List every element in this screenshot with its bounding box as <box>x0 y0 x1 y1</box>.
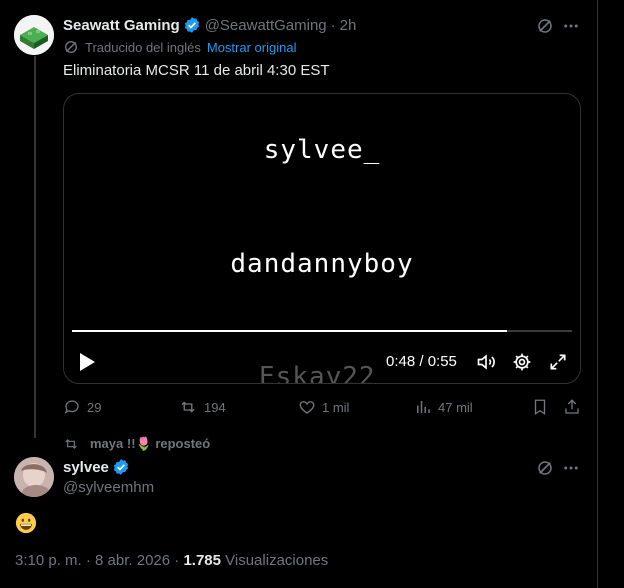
view-count: 1.785 <box>183 552 221 569</box>
repost-notice-icon <box>65 439 77 449</box>
tweet-text: Eliminatoria MCSR 11 de abril 4:30 EST <box>63 62 330 79</box>
avatar-seawatt[interactable] <box>14 15 54 55</box>
bookmark-icon <box>534 399 546 416</box>
reposted-by-label: maya !!🌷 reposteó <box>90 436 211 451</box>
video-progress-bar[interactable] <box>72 330 572 332</box>
reply-header: sylvee <box>63 458 134 476</box>
reply-author-handle[interactable]: @sylveemhm <box>63 479 154 496</box>
reply-more-options-icon[interactable] <box>561 458 581 478</box>
reply-grok-icon[interactable] <box>535 458 555 478</box>
show-original-link[interactable]: Mostrar original <box>207 40 297 55</box>
tweet-time[interactable]: 2h <box>340 17 357 34</box>
volume-icon[interactable] <box>476 352 496 377</box>
views-chart-icon <box>417 401 430 413</box>
like-button[interactable]: 1 mil <box>298 397 349 417</box>
video-time: 0:48 / 0:55 <box>386 353 457 370</box>
avatar-seawatt-image <box>14 15 54 55</box>
bookmark-button[interactable] <box>531 397 549 417</box>
column-border <box>597 0 598 588</box>
reply-button[interactable]: 29 <box>63 397 101 417</box>
reply-verified-badge-icon <box>112 458 130 476</box>
heart-icon <box>299 401 315 414</box>
repost-notice[interactable]: maya !!🌷 reposteó <box>62 436 210 452</box>
more-options-icon[interactable] <box>561 16 581 36</box>
settings-gear-icon[interactable] <box>512 352 532 377</box>
views-count: 47 mil <box>438 399 473 415</box>
grok-icon[interactable] <box>535 16 555 36</box>
reply-author-name[interactable]: sylvee <box>63 459 109 476</box>
repost-count: 194 <box>204 399 226 415</box>
tweet-header: Seawatt Gaming @SeawattGaming · 2h <box>63 15 356 35</box>
translate-icon <box>63 39 79 55</box>
avatar-sylvee-image <box>14 457 54 497</box>
repost-button[interactable]: 194 <box>178 397 226 417</box>
thread-line <box>34 56 36 438</box>
views-label: Visualizaciones <box>220 552 329 569</box>
header-separator: · <box>330 16 336 34</box>
author-handle[interactable]: @SeawattGaming <box>205 17 327 34</box>
share-button[interactable] <box>563 397 581 417</box>
translation-notice: Traducido del inglés Mostrar original <box>63 39 296 55</box>
views-button[interactable]: 47 mil <box>414 397 473 417</box>
repost-icon <box>181 401 195 413</box>
share-icon <box>565 399 579 414</box>
translated-label: Traducido del inglés <box>85 39 201 55</box>
verified-badge-icon <box>183 16 201 34</box>
reply-count: 29 <box>87 399 102 415</box>
fullscreen-icon[interactable] <box>548 352 568 377</box>
reply-icon <box>64 400 79 414</box>
grinning-face-emoji-icon <box>15 512 37 534</box>
video-line-2: dandannyboy <box>230 249 414 279</box>
avatar-sylvee[interactable] <box>14 457 54 497</box>
like-count: 1 mil <box>322 399 350 415</box>
video-line-1: sylvee_ <box>263 135 381 165</box>
play-icon[interactable] <box>78 352 96 377</box>
author-name[interactable]: Seawatt Gaming <box>63 17 180 34</box>
video-line-3: Eskay22 <box>259 362 376 384</box>
tweet-timestamp: 3:10 p. m. · 8 abr. 2026 · 1.785 Visuali… <box>15 552 328 569</box>
timestamp-text[interactable]: 3:10 p. m. · 8 abr. 2026 · <box>15 552 183 569</box>
video-player[interactable]: sylvee_ dandannyboy Eskay22 0:48 / 0:55 <box>63 93 581 384</box>
video-progress-fill <box>72 330 507 332</box>
